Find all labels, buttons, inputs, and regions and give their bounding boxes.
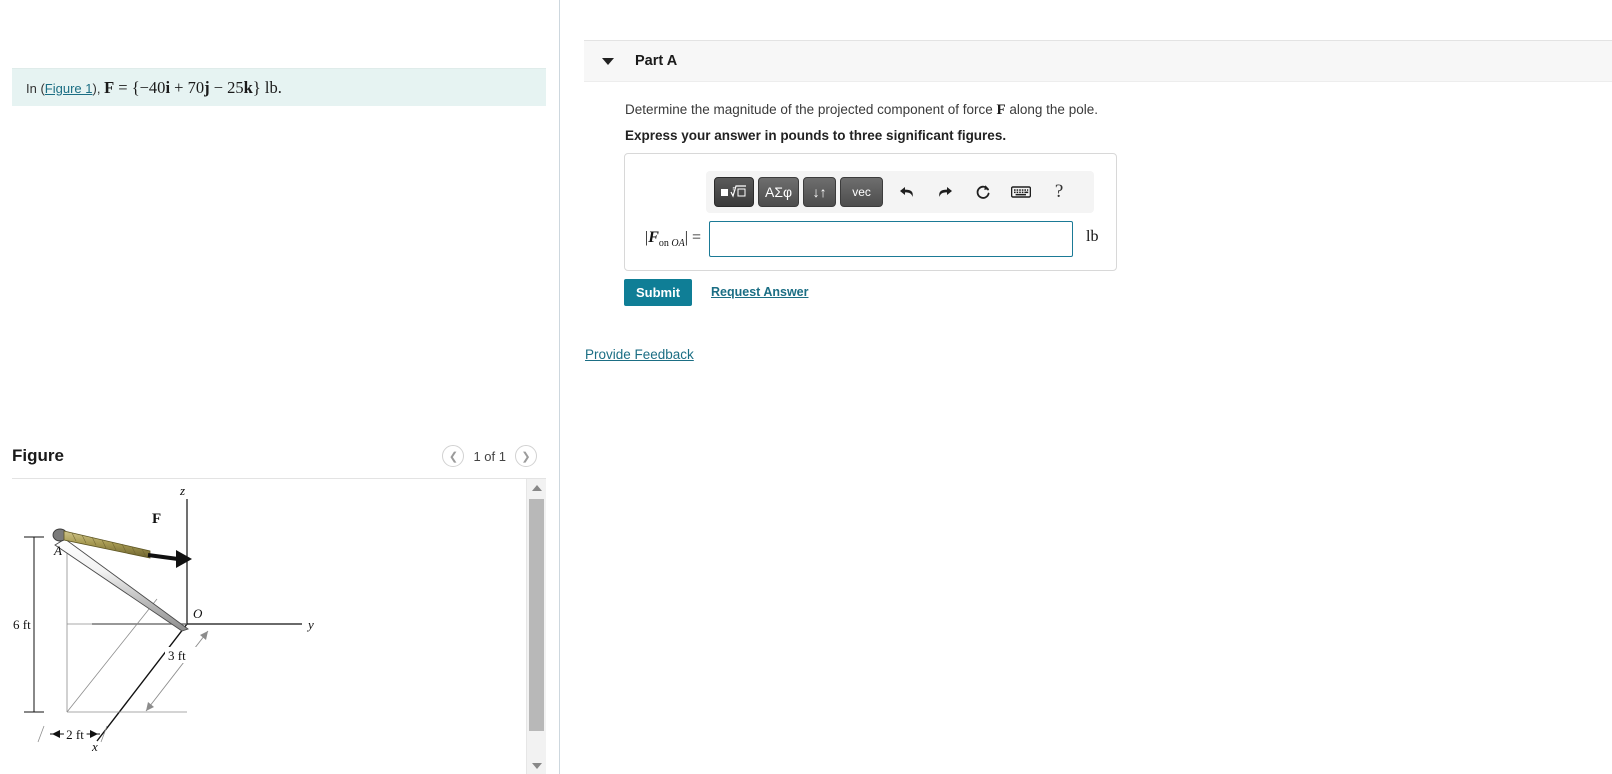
figure-header: Figure ❮ 1 of 1 ❯ <box>0 440 559 478</box>
undo-glyph <box>900 187 913 197</box>
figure-scrollbar[interactable] <box>526 479 546 774</box>
figure-title: Figure <box>12 446 64 465</box>
answer-row: |Fon OA| = <box>637 220 1107 258</box>
instruction-text: Express your answer in pounds to three s… <box>625 128 1007 143</box>
keyboard-icon[interactable] <box>1007 178 1035 206</box>
answer-card: n ΑΣφ ↓↑ vec ? |Fon OA| = <box>624 153 1117 271</box>
problem-prefix: In ( <box>26 80 45 96</box>
svg-text:2 ft: 2 ft <box>66 727 84 742</box>
scroll-down-arrow-icon[interactable] <box>527 757 546 774</box>
svg-text:x: x <box>91 739 98 754</box>
greek-letters-icon[interactable]: ΑΣφ <box>758 177 800 207</box>
answer-label: |Fon OA| = <box>645 228 701 250</box>
figure-diagram: z y x F A O 6 ft 2 ft 2 ft 3 ft <box>12 479 526 774</box>
question-force-symbol: F <box>996 102 1006 118</box>
page-root: In (Figure 1), F = {−40i + 70j − 25k} lb… <box>0 0 1612 774</box>
answer-input[interactable] <box>709 221 1073 257</box>
svg-text:O: O <box>193 606 203 621</box>
figure-1-link[interactable]: Figure 1 <box>45 81 93 96</box>
vector-button-label: vec <box>852 185 871 199</box>
svg-text:z: z <box>179 483 185 498</box>
math-template-icon[interactable]: n <box>714 177 754 207</box>
problem-statement: In (Figure 1), F = {−40i + 70j − 25k} lb… <box>12 68 546 106</box>
chevron-left-icon: ❮ <box>448 450 459 463</box>
figure-viewport: z y x F A O 6 ft 2 ft 2 ft 3 ft <box>12 478 546 774</box>
pole-force-diagram-svg: z y x F A O 6 ft 2 ft 2 ft 3 ft <box>13 483 314 754</box>
template-sqrt-glyph: n <box>721 185 746 198</box>
reset-icon[interactable] <box>969 178 997 206</box>
part-a-header[interactable]: Part A <box>584 40 1612 82</box>
svg-text:A: A <box>53 543 62 558</box>
problem-suffix: ), <box>92 80 105 96</box>
answer-unit-label: lb <box>1086 228 1099 245</box>
greek-button-label: ΑΣφ <box>765 184 793 200</box>
figure-navigation: ❮ 1 of 1 ❯ <box>442 445 537 467</box>
svg-text:y: y <box>306 617 314 632</box>
request-answer-link[interactable]: Request Answer <box>711 285 808 299</box>
left-pane: In (Figure 1), F = {−40i + 70j − 25k} lb… <box>0 0 559 774</box>
triangle-down-icon[interactable] <box>602 57 614 65</box>
question-text: Determine the magnitude of the projected… <box>625 102 1098 119</box>
problem-statement-text: In (Figure 1), F = {−40i + 70j − 25k} lb… <box>26 78 282 98</box>
figure-count-label: 1 of 1 <box>473 448 506 464</box>
vector-icon[interactable]: vec <box>840 177 884 207</box>
help-icon[interactable]: ? <box>1045 178 1073 206</box>
scroll-up-arrow-icon[interactable] <box>527 479 546 497</box>
subsup-button-label: ↓↑ <box>812 184 827 200</box>
reset-glyph <box>976 185 990 199</box>
undo-icon[interactable] <box>893 178 921 206</box>
svg-text:n: n <box>733 187 736 193</box>
provide-feedback-link[interactable]: Provide Feedback <box>585 347 694 362</box>
svg-text:3 ft: 3 ft <box>168 648 186 663</box>
help-glyph: ? <box>1054 181 1064 202</box>
figure-prev-button[interactable]: ❮ <box>442 445 465 467</box>
scrollbar-thumb[interactable] <box>529 499 544 731</box>
redo-glyph <box>939 187 953 197</box>
figure-next-button[interactable]: ❯ <box>515 445 537 467</box>
redo-icon[interactable] <box>931 178 959 206</box>
svg-text:F: F <box>152 511 161 527</box>
keyboard-glyph <box>1011 186 1032 198</box>
svg-text:6 ft: 6 ft <box>13 617 31 632</box>
submit-button[interactable]: Submit <box>624 279 692 306</box>
part-a-title: Part A <box>635 53 678 69</box>
problem-equation: F = {−40i + 70j − 25k} lb. <box>104 77 282 97</box>
math-toolbar: n ΑΣφ ↓↑ vec ? <box>706 171 1094 213</box>
right-pane: Part A Determine the magnitude of the pr… <box>560 0 1612 774</box>
question-prefix: Determine the magnitude of the projected… <box>625 102 997 117</box>
chevron-right-icon: ❯ <box>521 450 531 463</box>
question-suffix: along the pole. <box>1005 102 1098 117</box>
sub-sup-icon[interactable]: ↓↑ <box>803 177 837 207</box>
